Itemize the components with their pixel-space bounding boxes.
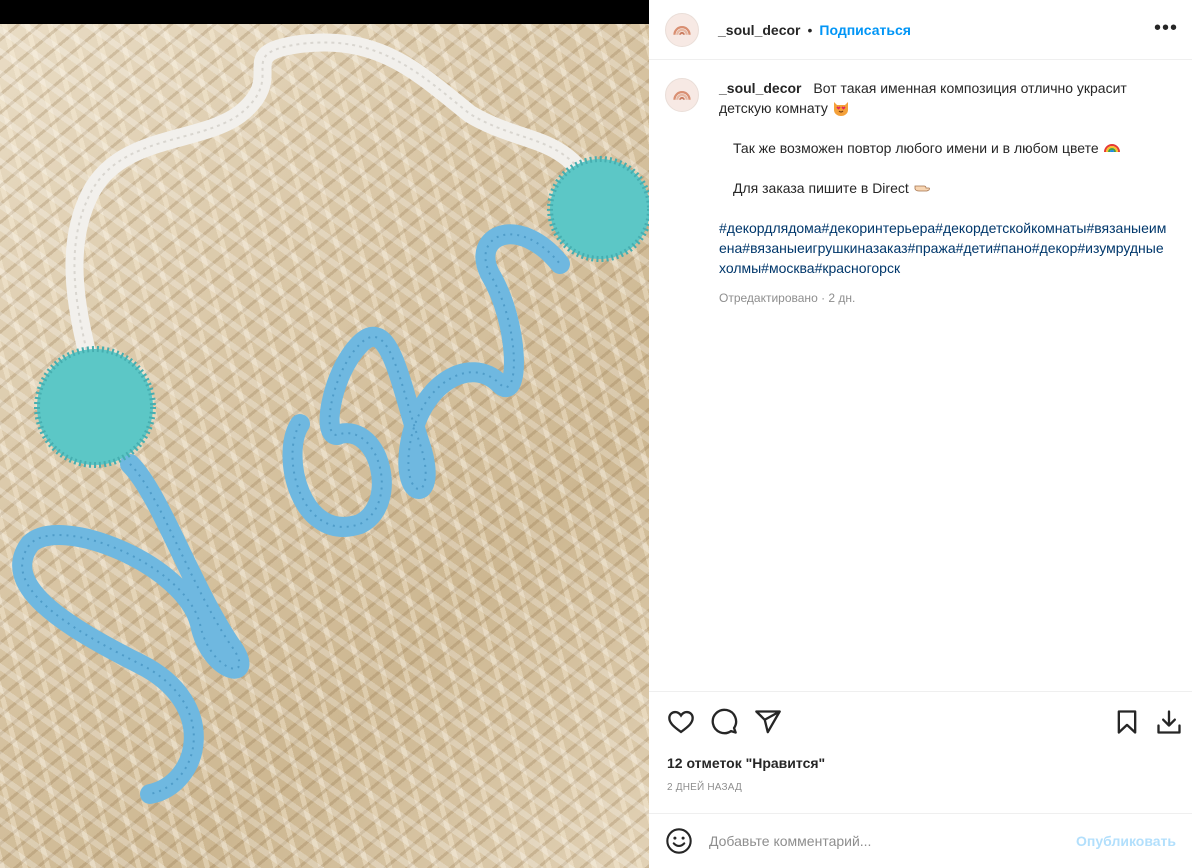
caption-username[interactable]: _soul_decor <box>719 80 801 96</box>
caption-body: _soul_decor Вот такая именная композиция… <box>719 78 1169 308</box>
avatar[interactable] <box>665 12 699 47</box>
post-media[interactable] <box>0 0 649 868</box>
rainbow-logo-icon <box>673 91 691 100</box>
caption-meta: Отредактировано · 2 дн. <box>719 291 856 305</box>
comment-box: Опубликовать <box>649 813 1192 868</box>
caption-avatar[interactable] <box>665 78 699 112</box>
post-time[interactable]: 2 ДНЕЙ НАЗАД <box>667 782 742 793</box>
post-panel: _soul_decor • Подписаться ••• _soul_deco… <box>649 0 1192 868</box>
hashtags[interactable]: #декордлядома#декоринтерьера#декордетско… <box>719 218 1169 278</box>
follow-button[interactable]: Подписаться <box>819 22 911 38</box>
more-options-icon[interactable]: ••• <box>1154 18 1178 38</box>
actions-area: 12 отметок "Нравится" 2 ДНЕЙ НАЗАД <box>649 691 1192 813</box>
rainbow-logo-icon <box>673 25 691 35</box>
caption-line-2: Так же возможен повтор любого имени и в … <box>733 140 1099 156</box>
pointing-hand-emoji-icon <box>914 185 930 192</box>
emoji-picker-icon[interactable] <box>665 827 693 855</box>
rainbow-emoji-icon <box>1103 144 1120 153</box>
heart-icon[interactable] <box>667 708 695 736</box>
comment-input[interactable] <box>709 833 1065 849</box>
download-icon[interactable] <box>1155 708 1183 736</box>
comment-icon[interactable] <box>710 708 738 736</box>
separator-dot: • <box>807 21 813 38</box>
post-header: _soul_decor • Подписаться ••• <box>649 0 1192 60</box>
bookmark-icon[interactable] <box>1113 708 1141 736</box>
caption-line-3: Для заказа пишите в Direct <box>733 180 909 196</box>
action-icons <box>665 708 1185 738</box>
caption: _soul_decor Вот такая именная композиция… <box>665 78 1176 308</box>
header-username[interactable]: _soul_decor <box>718 22 800 38</box>
comments-section: _soul_decor Вот такая именная композиция… <box>649 61 1192 691</box>
publish-button[interactable]: Опубликовать <box>1076 833 1176 849</box>
share-icon[interactable] <box>754 708 782 736</box>
likes-count[interactable]: 12 отметок "Нравится" <box>667 755 825 771</box>
cat-heart-eyes-emoji-icon <box>833 102 848 116</box>
post-photo[interactable] <box>0 24 649 868</box>
